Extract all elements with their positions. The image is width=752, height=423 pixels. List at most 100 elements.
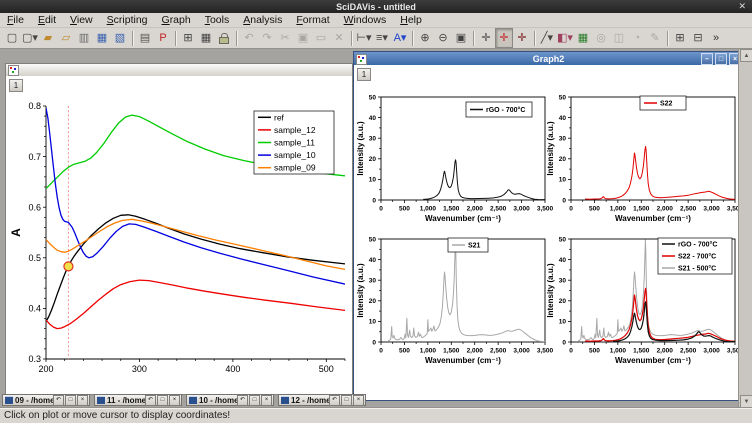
- graph2-titlebar[interactable]: Graph2 – □ ×: [354, 52, 743, 65]
- toolbar-button[interactable]: [129, 29, 136, 48]
- toolbar-button[interactable]: [172, 29, 179, 48]
- toolbar-button[interactable]: ⊕: [416, 28, 434, 48]
- minimize-button[interactable]: –: [701, 53, 713, 65]
- minimized-window-controls: ↶ □ ×: [145, 395, 180, 406]
- menu-item[interactable]: Edit: [31, 14, 63, 27]
- toolbar-button[interactable]: ⊟: [689, 28, 707, 48]
- toolbar-button[interactable]: ✕: [330, 28, 348, 48]
- toolbar-button[interactable]: ▢: [3, 28, 21, 48]
- svg-text:Wavenumber (cm⁻¹): Wavenumber (cm⁻¹): [615, 356, 691, 365]
- svg-text:1,000: 1,000: [420, 206, 437, 213]
- toolbar-button[interactable]: »: [707, 28, 725, 48]
- absorbance-plot[interactable]: 2003004005000.30.40.50.60.70.8Arefsample…: [6, 76, 350, 393]
- svg-text:10: 10: [369, 319, 377, 326]
- close-button[interactable]: ×: [353, 395, 364, 406]
- toolbar-button[interactable]: ✛: [477, 28, 495, 48]
- table-icon: [5, 396, 13, 404]
- svg-text:Intensity (a.u.): Intensity (a.u.): [356, 121, 365, 176]
- svg-text:0: 0: [562, 197, 566, 204]
- toolbar-button[interactable]: ▦: [93, 28, 111, 48]
- scroll-up-icon[interactable]: ▲: [740, 49, 752, 62]
- svg-text:Wavenumber (cm⁻¹): Wavenumber (cm⁻¹): [425, 214, 501, 223]
- raman-plot-overlay[interactable]: 05001,0001,5002,0002,5003,0003,500010203…: [546, 230, 740, 372]
- svg-text:400: 400: [225, 364, 240, 374]
- restore-button[interactable]: ↶: [145, 395, 156, 406]
- toolbar-button[interactable]: ✛: [513, 28, 531, 48]
- toolbar-button[interactable]: ⊖: [434, 28, 452, 48]
- toolbar-button[interactable]: ▦: [574, 28, 592, 48]
- svg-text:2,000: 2,000: [657, 206, 674, 213]
- toolbar-button[interactable]: [348, 29, 355, 48]
- toolbar-button[interactable]: [233, 29, 240, 48]
- toolbar-button[interactable]: ▧: [111, 28, 129, 48]
- toolbar-button[interactable]: ⊞: [671, 28, 689, 48]
- svg-text:20: 20: [369, 298, 377, 305]
- toolbar-button[interactable]: [664, 29, 671, 48]
- menu-item[interactable]: Format: [289, 14, 336, 27]
- app-close-icon[interactable]: ✕: [738, 0, 746, 13]
- vertical-scrollbar[interactable]: ▲ ▼: [738, 49, 752, 408]
- toolbar-button[interactable]: ▰: [39, 28, 57, 48]
- raman-plot-s22[interactable]: 05001,0001,5002,0002,5003,0003,500010203…: [546, 88, 740, 230]
- toolbar-button[interactable]: ✛: [495, 28, 513, 48]
- toolbar-button[interactable]: ✂: [276, 28, 294, 48]
- toolbar-button[interactable]: ◫: [610, 28, 628, 48]
- toolbar-button[interactable]: [470, 29, 477, 48]
- minimized-window[interactable]: 11 - /home/... ↶ □ ×: [94, 394, 182, 406]
- toolbar-button[interactable]: ◧▾: [556, 28, 574, 48]
- menu-item[interactable]: Windows: [337, 14, 394, 27]
- close-button[interactable]: ×: [261, 395, 272, 406]
- layer-button[interactable]: 1: [9, 79, 23, 92]
- maximize-button[interactable]: □: [249, 395, 260, 406]
- menu-item[interactable]: File: [0, 14, 31, 27]
- toolbar-button[interactable]: ◎: [592, 28, 610, 48]
- close-button[interactable]: ×: [77, 395, 88, 406]
- menu-item[interactable]: Analysis: [236, 14, 289, 27]
- maximize-button[interactable]: □: [341, 395, 352, 406]
- raman-plot-rgo[interactable]: 05001,0001,5002,0002,5003,0003,500010203…: [356, 88, 550, 230]
- menu-item[interactable]: Tools: [198, 14, 237, 27]
- layer-button[interactable]: 1: [357, 68, 371, 81]
- absorbance-window[interactable]: 1 2003004005000.30.40.50.60.70.8Arefsamp…: [5, 63, 353, 395]
- toolbar-button[interactable]: ▦: [197, 28, 215, 48]
- toolbar-button[interactable]: ▤: [136, 28, 154, 48]
- toolbar-button[interactable]: [409, 29, 416, 48]
- toolbar-button[interactable]: ▣: [294, 28, 312, 48]
- restore-button[interactable]: ↶: [237, 395, 248, 406]
- toolbar-button[interactable]: ↶: [240, 28, 258, 48]
- toolbar-button[interactable]: ▭: [312, 28, 330, 48]
- menu-item[interactable]: Scripting: [100, 14, 155, 27]
- toolbar-button[interactable]: P: [154, 28, 172, 48]
- toolbar-button[interactable]: ╱▾: [538, 28, 556, 48]
- absorbance-window-body: 1 2003004005000.30.40.50.60.70.8Arefsamp…: [6, 76, 352, 394]
- svg-text:10: 10: [559, 319, 567, 326]
- restore-button[interactable]: ↶: [329, 395, 340, 406]
- menu-item[interactable]: Help: [393, 14, 429, 27]
- restore-button[interactable]: ↶: [53, 395, 64, 406]
- minimized-window[interactable]: 12 - /home/... ↶ □ ×: [278, 394, 366, 406]
- toolbar-button[interactable]: ▥: [75, 28, 93, 48]
- maximize-button[interactable]: □: [157, 395, 168, 406]
- raman-plot-s21[interactable]: 05001,0001,5002,0002,5003,0003,500010203…: [356, 230, 550, 372]
- toolbar-button[interactable]: ▣: [452, 28, 470, 48]
- toolbar-button[interactable]: [215, 28, 233, 48]
- toolbar-button[interactable]: ⊞: [179, 28, 197, 48]
- toolbar-button[interactable]: A▾: [391, 28, 409, 48]
- maximize-button[interactable]: □: [715, 53, 727, 65]
- graph2-window[interactable]: Graph2 – □ × 1 05001,0001,5002,0002,5003…: [353, 51, 744, 401]
- toolbar-button[interactable]: [531, 29, 538, 48]
- minimized-window[interactable]: 09 - /home/... ↶ □ ×: [2, 394, 90, 406]
- toolbar-button[interactable]: ◔: [628, 28, 646, 48]
- maximize-button[interactable]: □: [65, 395, 76, 406]
- minimized-window[interactable]: 10 - /home/... ↶ □ ×: [186, 394, 274, 406]
- toolbar-button[interactable]: ≡▾: [373, 28, 391, 48]
- toolbar-button[interactable]: ↷: [258, 28, 276, 48]
- svg-text:30: 30: [559, 277, 567, 284]
- toolbar-button[interactable]: ⊢▾: [355, 28, 373, 48]
- toolbar-button[interactable]: ✎: [646, 28, 664, 48]
- close-button[interactable]: ×: [169, 395, 180, 406]
- menu-item[interactable]: View: [63, 14, 100, 27]
- toolbar-button[interactable]: ▢▾: [21, 28, 39, 48]
- menu-item[interactable]: Graph: [155, 14, 198, 27]
- toolbar-button[interactable]: ▱: [57, 28, 75, 48]
